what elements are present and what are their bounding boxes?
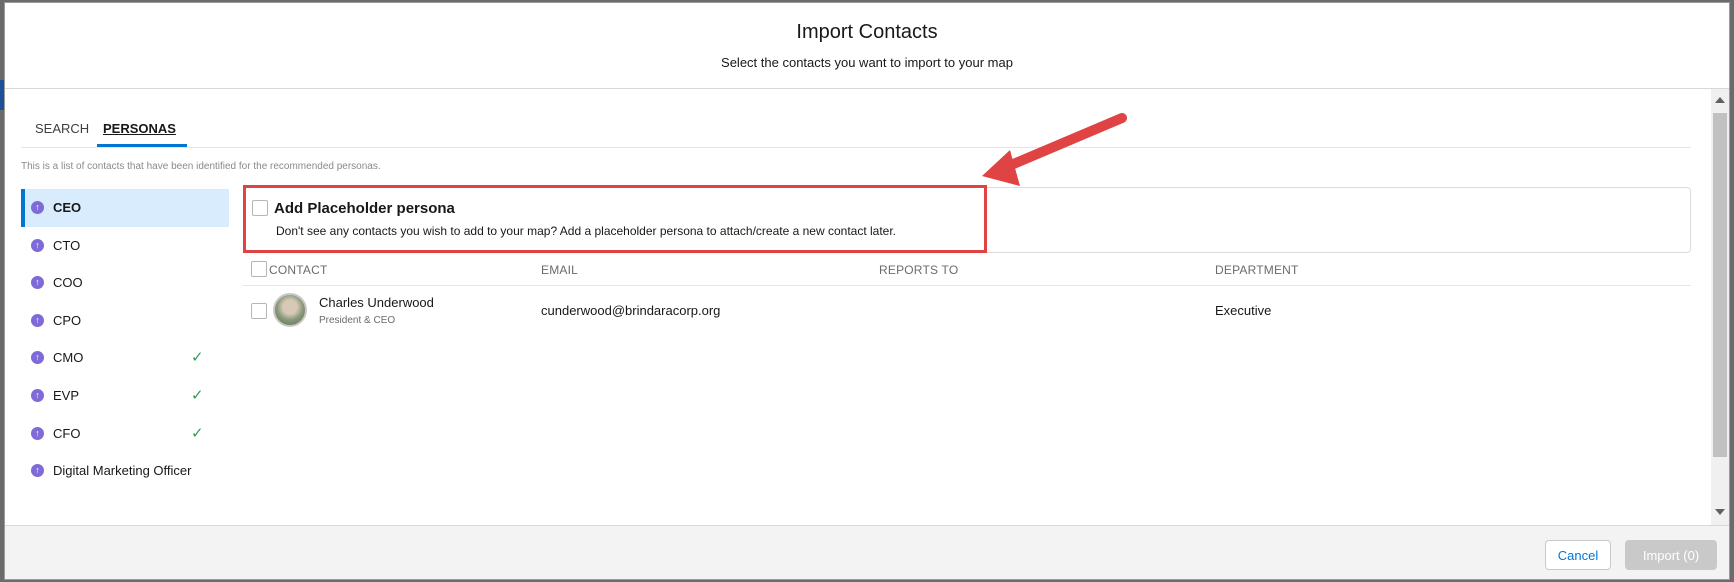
placeholder-persona-title: Add Placeholder persona — [274, 200, 455, 217]
contact-email: cunderwood@brindaracorp.org — [541, 303, 721, 318]
persona-icon: ↑ — [31, 426, 44, 440]
persona-label: CTO — [53, 237, 81, 253]
column-header-contact[interactable]: CONTACT — [269, 263, 328, 277]
select-all-checkbox[interactable] — [251, 261, 267, 277]
modal-footer: Cancel Import (0) — [5, 525, 1729, 579]
scrollbar-thumb[interactable] — [1713, 113, 1727, 457]
personas-description: This is a list of contacts that have bee… — [21, 161, 381, 172]
modal-subtitle: Select the contacts you want to import t… — [721, 55, 1013, 70]
persona-icon: ↑ — [31, 238, 44, 252]
persona-item-ceo[interactable]: ↑ CEO — [21, 189, 229, 227]
contact-title: President & CEO — [319, 315, 396, 326]
persona-icon: ↑ — [31, 464, 44, 478]
persona-label: CEO — [53, 200, 82, 215]
persona-label: CPO — [53, 312, 82, 328]
persona-icon: ↑ — [31, 201, 44, 214]
checkmark-icon: ✓ — [191, 424, 204, 442]
column-header-department[interactable]: DEPARTMENT — [1215, 263, 1299, 277]
persona-item-coo[interactable]: ↑ COO — [21, 264, 229, 302]
modal-title: Import Contacts — [796, 21, 938, 43]
checkmark-icon: ✓ — [191, 386, 204, 404]
tab-bar: SEARCH PERSONAS — [21, 109, 1691, 148]
persona-label: EVP — [53, 387, 80, 403]
persona-list: ↑ CEO ↑ CTO ↑ COO ↑ CPO ↑ CMO ✓ ↑ EVP ✓ … — [21, 189, 229, 490]
persona-item-cpo[interactable]: ↑ CPO — [21, 302, 229, 340]
cancel-button[interactable]: Cancel — [1545, 540, 1611, 570]
persona-item-cfo[interactable]: ↑ CFO ✓ — [21, 415, 229, 453]
modal-body: SEARCH PERSONAS This is a list of contac… — [5, 89, 1711, 525]
contact-name: Charles Underwood — [319, 295, 434, 310]
column-header-email[interactable]: EMAIL — [541, 263, 578, 277]
persona-label: CMO — [53, 350, 84, 366]
persona-label: Digital Marketing Officer — [53, 463, 192, 479]
placeholder-persona-description: Don't see any contacts you wish to add t… — [276, 224, 897, 238]
persona-icon: ↑ — [31, 351, 44, 365]
active-tab-indicator — [97, 144, 187, 147]
persona-label: COO — [53, 275, 83, 291]
placeholder-persona-checkbox[interactable] — [252, 200, 268, 216]
persona-item-cto[interactable]: ↑ CTO — [21, 227, 229, 265]
tab-search[interactable]: SEARCH — [35, 121, 89, 136]
table-row: Charles Underwood President & CEO cunder… — [243, 285, 1691, 337]
persona-icon: ↑ — [31, 276, 44, 290]
placeholder-persona-card: Add Placeholder persona Don't see any co… — [243, 187, 1691, 253]
vertical-scrollbar[interactable] — [1711, 89, 1729, 525]
modal-header: Import Contacts Select the contacts you … — [5, 3, 1729, 89]
scroll-down-arrow-icon[interactable] — [1715, 509, 1725, 515]
tab-personas[interactable]: PERSONAS — [103, 121, 176, 136]
contacts-table-header: CONTACT EMAIL REPORTS TO DEPARTMENT — [243, 255, 1691, 286]
persona-icon: ↑ — [31, 313, 44, 327]
contact-department: Executive — [1215, 303, 1272, 318]
column-header-reports-to[interactable]: REPORTS TO — [879, 263, 958, 277]
checkmark-icon: ✓ — [191, 349, 204, 367]
persona-item-cmo[interactable]: ↑ CMO ✓ — [21, 339, 229, 377]
import-contacts-modal: Import Contacts Select the contacts you … — [4, 2, 1730, 580]
row-checkbox[interactable] — [251, 303, 267, 319]
persona-icon: ↑ — [31, 388, 44, 402]
persona-item-digital-marketing-officer[interactable]: ↑ Digital Marketing Officer — [21, 452, 229, 490]
import-button[interactable]: Import (0) — [1625, 540, 1717, 570]
scroll-up-arrow-icon[interactable] — [1715, 97, 1725, 103]
persona-item-evp[interactable]: ↑ EVP ✓ — [21, 377, 229, 415]
avatar — [273, 293, 307, 327]
persona-label: CFO — [53, 425, 81, 441]
